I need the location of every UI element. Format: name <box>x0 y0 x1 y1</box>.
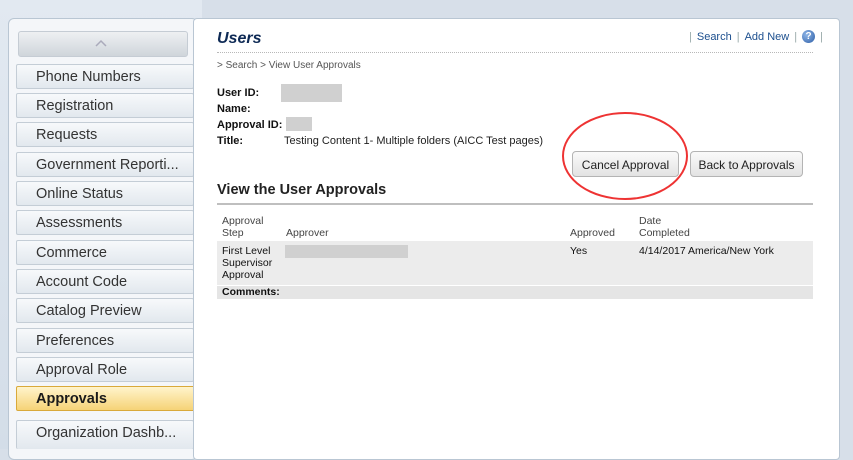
back-to-approvals-button[interactable]: Back to Approvals <box>690 151 803 177</box>
title-value: Testing Content 1- Multiple folders (AIC… <box>284 135 544 147</box>
page-title: Users <box>217 30 262 47</box>
breadcrumb: > Search > View User Approvals <box>217 60 361 71</box>
approver-redacted <box>285 245 408 258</box>
link-separator: | <box>689 30 692 43</box>
sidebar-item-registration[interactable]: Registration <box>16 93 194 118</box>
link-separator: | <box>736 30 740 43</box>
sidebar-scroll-up-button[interactable] <box>18 31 188 57</box>
sidebar-item-requests[interactable]: Requests <box>16 122 194 147</box>
title-divider <box>217 52 813 53</box>
column-header-approver: Approver <box>286 227 329 239</box>
approval-id-label: Approval ID: <box>217 119 283 131</box>
add-new-link[interactable]: Add New <box>745 31 790 43</box>
user-id-label: User ID: <box>217 87 260 99</box>
sidebar-item-account-code[interactable]: Account Code <box>16 269 194 294</box>
sidebar-item-approval-role[interactable]: Approval Role <box>16 357 194 382</box>
sidebar-item-organization-dashboard[interactable]: Organization Dashb... <box>16 420 194 449</box>
comments-row: Comments: <box>217 286 813 299</box>
approval-id-redacted <box>286 117 312 131</box>
comments-label: Comments: <box>222 286 280 298</box>
user-id-redacted <box>281 84 342 102</box>
section-title: View the User Approvals <box>217 182 387 198</box>
sidebar-item-online-status[interactable]: Online Status <box>16 181 194 206</box>
approval-step-cell: First Level Supervisor Approval <box>222 245 273 281</box>
section-divider <box>217 203 813 205</box>
sidebar-item-commerce[interactable]: Commerce <box>16 240 194 265</box>
sidebar-item-government-reporting[interactable]: Government Reporti... <box>16 152 194 177</box>
main-panel: Users | Search | Add New | ? | > Search … <box>193 18 840 460</box>
sidebar-item-catalog-preview[interactable]: Catalog Preview <box>16 298 194 323</box>
highlight-circle <box>562 112 688 200</box>
approved-cell: Yes <box>570 245 588 257</box>
header-links: | Search | Add New | ? | <box>684 30 828 43</box>
sidebar-item-approvals[interactable]: Approvals <box>16 386 202 411</box>
column-header-date-completed: Date Completed <box>639 215 690 239</box>
sidebar-item-assessments[interactable]: Assessments <box>16 210 194 235</box>
table-row: First Level Supervisor Approval Yes 4/14… <box>217 241 813 285</box>
column-header-approval-step: Approval Step <box>222 215 264 239</box>
help-icon[interactable]: ? <box>802 30 816 43</box>
sidebar-item-phone-numbers[interactable]: Phone Numbers <box>16 64 194 89</box>
sidebar-item-preferences[interactable]: Preferences <box>16 328 194 353</box>
chevron-up-icon <box>95 39 107 47</box>
title-label: Title: <box>217 135 244 147</box>
link-separator: | <box>794 30 798 43</box>
column-header-approved: Approved <box>570 227 615 239</box>
table-header: Approval Step Approver Approved Date Com… <box>217 214 813 240</box>
search-link[interactable]: Search <box>697 31 732 43</box>
link-separator: | <box>820 30 823 43</box>
sidebar: Phone Numbers Registration Requests Gove… <box>0 0 206 460</box>
date-completed-cell: 4/14/2017 America/New York <box>639 245 774 257</box>
name-label: Name: <box>217 103 251 115</box>
